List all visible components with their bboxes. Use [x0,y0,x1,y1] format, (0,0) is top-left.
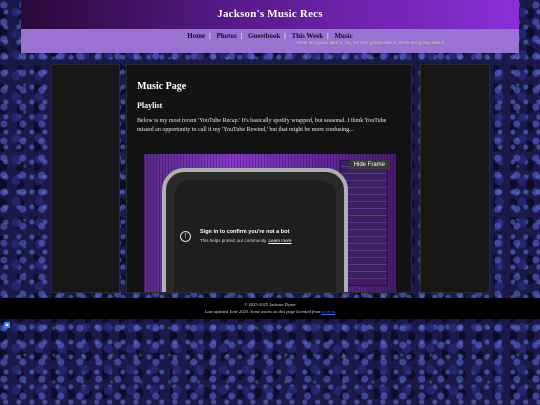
nav-separator: | [327,32,329,40]
nav-music-link[interactable]: Music [330,32,356,40]
footer: © 2025-2025 Jackson Dyner Last updated J… [0,298,540,319]
tv-screen [174,180,336,292]
copyright-text: © 2025-2025 Jackson Dyner [244,302,296,307]
counter-icon[interactable]: ◆ [4,322,10,328]
signin-subtitle: This helps protect our community. Learn … [200,238,291,243]
nav-separator: | [209,32,211,40]
nav-this-week-link[interactable]: This Week [288,32,328,40]
hide-frame-button[interactable]: Hide Frame [348,160,390,170]
sources-link[interactable]: sources [321,309,335,314]
nav-links: Home | Photos | Guestbook | This Week | Musi… [21,32,519,40]
learn-more-link[interactable]: Learn more [268,238,291,243]
page-title: Music Page [137,81,187,92]
main-content: Music Page Playlist Below is my most rec… [126,64,412,293]
nav-photos-link[interactable]: Photos [212,32,240,40]
left-sidebar [51,64,120,293]
info-icon: ! [180,231,191,242]
nav-bar: Home | Photos | Guestbook | This Week | Musi… [21,29,519,53]
signin-sub-text: This helps protect our community. [200,238,268,243]
site-header: Jackson's Music Recs [21,0,519,29]
section-title: Playlist [137,101,163,110]
youtube-embed[interactable]: Hide Frame ! Sign in to confirm you're n… [144,154,396,292]
nav-separator: | [240,32,243,40]
site-title: Jackson's Music Recs [217,8,323,20]
last-updated-text: Last updated June 2025. Some assets on t… [0,308,540,315]
updated-text: Last updated June 2025. Some assets on t… [204,309,321,314]
right-sidebar [420,64,490,293]
signin-title: Sign in to confirm you're not a bot [200,229,290,235]
scrolling-marquee: We're not gonna take it. No, we ain't go… [296,41,445,46]
nav-home-link[interactable]: Home [183,32,209,40]
nav-guestbook-link[interactable]: Guestbook [244,32,284,40]
nav-separator: | [284,32,286,40]
description-text: Below is my most recent 'YouTube Recap.'… [137,118,387,133]
